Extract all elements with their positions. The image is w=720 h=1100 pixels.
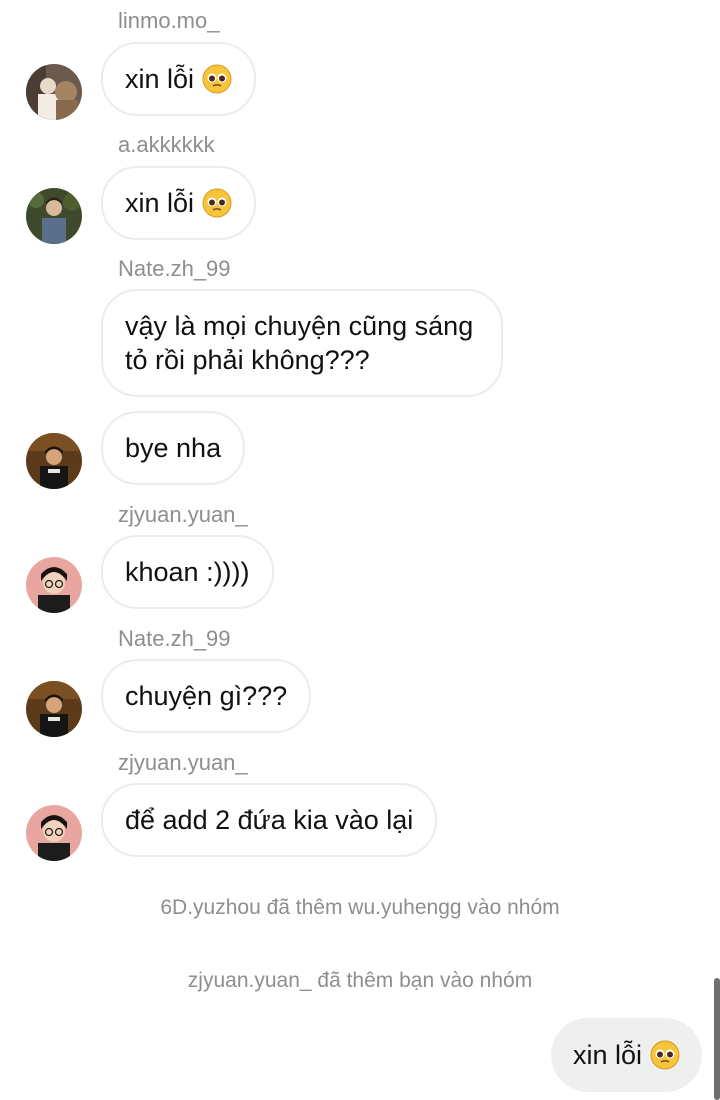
avatar[interactable]	[26, 64, 82, 120]
pleading-face-emoji-icon	[202, 188, 232, 218]
message-bubble[interactable]: khoan :))))	[101, 535, 274, 609]
scrollbar[interactable]	[714, 978, 720, 1100]
sender-name[interactable]: Nate.zh_99	[118, 256, 231, 282]
system-message: zjyuan.yuan_ đã thêm bạn vào nhóm	[187, 969, 533, 992]
avatar[interactable]	[26, 433, 82, 489]
avatar[interactable]	[26, 805, 82, 861]
chat-thread: linmo.mo_ xin lỗi a.akkkkkk xin lỗi Nate…	[0, 0, 720, 1100]
message-bubble[interactable]: xin lỗi	[101, 166, 257, 240]
avatar[interactable]	[26, 557, 82, 613]
message-bubble[interactable]: để add 2 đứa kia vào lại	[101, 783, 438, 857]
message-bubble[interactable]: vậy là mọi chuyện cũng sáng tỏ rồi phải …	[101, 289, 503, 397]
message-bubble[interactable]: xin lỗi	[101, 42, 257, 116]
sender-name[interactable]: linmo.mo_	[118, 8, 219, 34]
sender-name[interactable]: zjyuan.yuan_	[118, 750, 248, 776]
avatar[interactable]	[26, 681, 82, 737]
sender-name[interactable]: zjyuan.yuan_	[118, 502, 248, 528]
avatar[interactable]	[26, 188, 82, 244]
pleading-face-emoji-icon	[202, 64, 232, 94]
pleading-face-emoji-icon	[650, 1040, 680, 1070]
message-text: chuyện gì???	[125, 681, 288, 711]
message-bubble[interactable]: chuyện gì???	[101, 659, 312, 733]
message-bubble[interactable]: bye nha	[101, 411, 246, 485]
message-text: xin lỗi	[125, 188, 195, 218]
my-message-bubble[interactable]: xin lỗi	[550, 1018, 702, 1092]
sender-name[interactable]: Nate.zh_99	[118, 626, 231, 652]
system-message: 6D.yuzhou đã thêm wu.yuhengg vào nhóm	[160, 896, 560, 919]
message-text: xin lỗi	[572, 1039, 642, 1070]
message-text: để add 2 đứa kia vào lại	[125, 805, 414, 835]
message-text: xin lỗi	[125, 64, 195, 94]
sender-name[interactable]: a.akkkkkk	[118, 132, 215, 158]
message-text: vậy là mọi chuyện cũng sáng tỏ rồi phải …	[125, 311, 474, 375]
message-text: khoan :))))	[125, 557, 250, 587]
message-text: bye nha	[125, 433, 222, 463]
